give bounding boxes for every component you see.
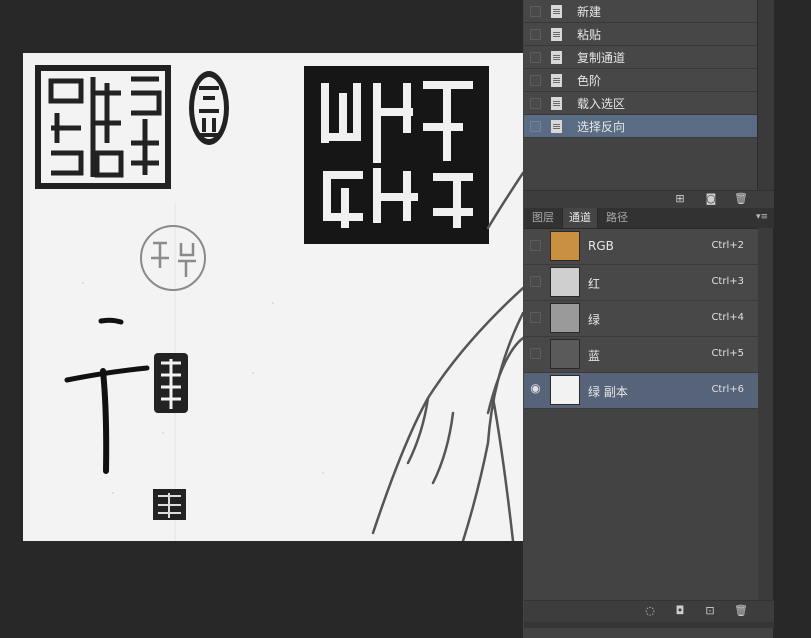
history-item-label: 粘贴	[577, 27, 602, 42]
tab-layers[interactable]: 图层	[528, 208, 558, 228]
channel-thumbnail	[550, 375, 580, 405]
document-icon	[551, 119, 562, 133]
history-state-checkbox[interactable]	[530, 74, 541, 86]
channels-footer: ◌ ◘ ⊡ 🗑	[524, 600, 774, 623]
camera-snapshot-icon[interactable]: ◙	[705, 193, 717, 204]
history-item-label: 复制通道	[577, 50, 626, 65]
channel-shortcut: Ctrl+3	[711, 276, 744, 287]
document-icon	[551, 27, 562, 41]
seal-top-left	[35, 65, 171, 189]
new-document-from-state-icon[interactable]: ⊞	[674, 193, 686, 204]
visibility-toggle[interactable]	[530, 240, 541, 251]
history-state-checkbox[interactable]	[530, 5, 541, 17]
channel-shortcut: Ctrl+4	[711, 312, 744, 323]
channel-shortcut: Ctrl+2	[711, 240, 744, 251]
history-item[interactable]: 复制通道	[524, 46, 757, 69]
channel-row-rgb[interactable]: RGB Ctrl+2	[524, 229, 758, 265]
channel-row-green[interactable]: 绿 Ctrl+4	[524, 301, 758, 337]
channels-scrollbar[interactable]	[758, 228, 773, 600]
calligraphy-seal-image	[23, 53, 523, 541]
panel-tabbar: 图层 通道 路径 ▾≡	[524, 208, 774, 229]
channel-row-red[interactable]: 红 Ctrl+3	[524, 265, 758, 301]
history-item-label: 载入选区	[577, 96, 626, 111]
history-item-label: 色阶	[577, 73, 602, 88]
history-item[interactable]: 新建	[524, 0, 757, 23]
trash-icon[interactable]: 🗑	[734, 605, 748, 616]
history-item-label: 选择反向	[577, 119, 626, 134]
document-icon	[551, 50, 562, 64]
document-icon	[551, 4, 562, 18]
visibility-toggle[interactable]	[530, 312, 541, 323]
channel-name: 绿	[588, 313, 601, 327]
new-channel-icon[interactable]: ⊡	[704, 605, 716, 616]
history-item[interactable]: 色阶	[524, 69, 757, 92]
trash-icon[interactable]: 🗑	[734, 193, 748, 204]
channel-thumbnail	[550, 303, 580, 333]
history-item[interactable]: 载入选区	[524, 92, 757, 115]
workspace-edge	[773, 0, 811, 638]
channel-name: 蓝	[588, 349, 601, 363]
channel-name: RGB	[588, 239, 614, 253]
document-icon	[551, 73, 562, 87]
channel-thumbnail	[550, 339, 580, 369]
channel-row-blue[interactable]: 蓝 Ctrl+5	[524, 337, 758, 373]
channel-name: 绿 副本	[588, 385, 628, 399]
document-canvas[interactable]	[23, 53, 523, 541]
channel-thumbnail	[550, 267, 580, 297]
history-scrollbar[interactable]	[757, 0, 774, 190]
seal-tiny	[153, 489, 186, 520]
panel-resize-grip[interactable]	[524, 622, 774, 628]
history-item[interactable]: 粘贴	[524, 23, 757, 46]
channel-row-green-copy[interactable]: ◉ 绿 副本 Ctrl+6	[524, 373, 758, 409]
channel-name: 红	[588, 277, 601, 291]
visibility-toggle[interactable]	[530, 276, 541, 287]
history-state-checkbox[interactable]	[530, 28, 541, 40]
eye-icon[interactable]: ◉	[530, 382, 541, 395]
seal-round	[189, 71, 229, 145]
history-footer: ⊞ ◙ 🗑	[524, 190, 774, 208]
load-selection-icon[interactable]: ◌	[644, 605, 656, 616]
channel-shortcut: Ctrl+6	[711, 384, 744, 395]
channel-thumbnail	[550, 231, 580, 261]
seal-small	[154, 353, 188, 413]
history-item-selected[interactable]: 选择反向	[524, 115, 757, 138]
tab-paths[interactable]: 路径	[602, 208, 632, 228]
channel-shortcut: Ctrl+5	[711, 348, 744, 359]
tab-channels[interactable]: 通道	[562, 208, 598, 228]
seal-large	[304, 66, 489, 244]
history-state-checkbox[interactable]	[530, 120, 541, 132]
document-icon	[551, 96, 562, 110]
save-selection-icon[interactable]: ◘	[674, 605, 686, 616]
history-state-checkbox[interactable]	[530, 97, 541, 109]
history-item-label: 新建	[577, 4, 602, 19]
history-state-checkbox[interactable]	[530, 51, 541, 63]
panel-menu-icon[interactable]: ▾≡	[756, 212, 768, 222]
visibility-toggle[interactable]	[530, 348, 541, 359]
